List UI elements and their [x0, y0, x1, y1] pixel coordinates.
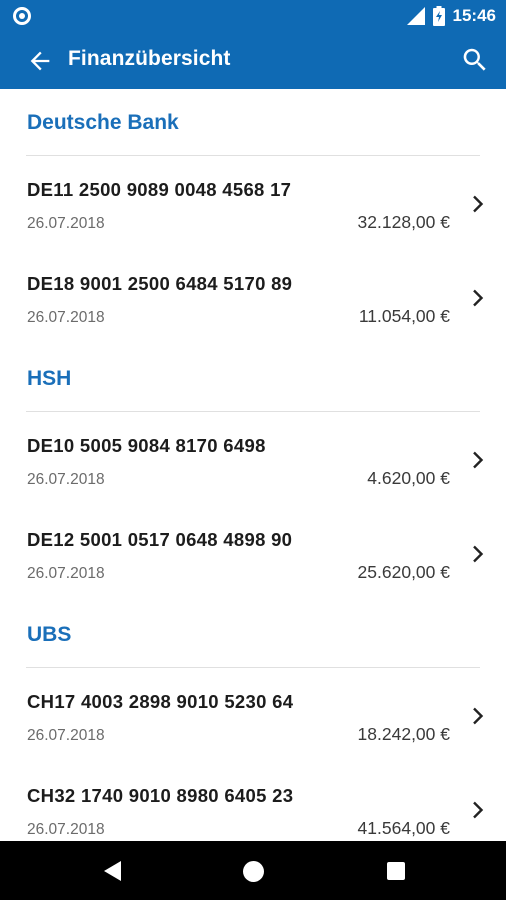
- status-time: 15:46: [452, 6, 496, 25]
- search-icon[interactable]: [460, 45, 490, 75]
- chevron-right-icon: [473, 801, 484, 819]
- group-header-hsh: HSH: [0, 345, 506, 413]
- account-iban: DE11 2500 9089 0048 4568 17: [27, 179, 292, 200]
- nav-back-icon[interactable]: [101, 860, 123, 882]
- account-row[interactable]: CH32 1740 9010 8980 6405 23 26.07.2018 4…: [0, 763, 506, 841]
- account-row[interactable]: CH17 4003 2898 9010 5230 64 26.07.2018 1…: [0, 669, 506, 763]
- page-title: Finanzübersicht: [68, 47, 231, 70]
- account-date: 26.07.2018: [27, 215, 105, 232]
- account-iban: DE12 5001 0517 0648 4898 90: [27, 529, 293, 550]
- chevron-right-icon: [473, 545, 484, 563]
- account-iban: DE18 9001 2500 6484 5170 89: [27, 273, 293, 294]
- divider: [26, 667, 480, 668]
- group-name: HSH: [27, 367, 72, 390]
- account-date: 26.07.2018: [27, 471, 105, 488]
- status-bar: 15:46: [0, 0, 506, 33]
- chevron-right-icon: [473, 195, 484, 213]
- account-iban: DE10 5005 9084 8170 6498: [27, 435, 266, 456]
- divider: [26, 411, 480, 412]
- account-date: 26.07.2018: [27, 309, 105, 326]
- back-arrow-icon[interactable]: [26, 47, 54, 75]
- account-balance: 32.128,00 €: [357, 212, 450, 232]
- chevron-right-icon: [473, 707, 484, 725]
- nav-home-icon[interactable]: [243, 861, 264, 882]
- account-balance: 4.620,00 €: [367, 468, 450, 488]
- account-iban: CH32 1740 9010 8980 6405 23: [27, 785, 294, 806]
- app-bar: Finanzübersicht: [0, 33, 506, 89]
- divider: [26, 155, 480, 156]
- account-date: 26.07.2018: [27, 821, 105, 838]
- account-row[interactable]: DE11 2500 9089 0048 4568 17 26.07.2018 3…: [0, 157, 506, 251]
- nav-recents-icon[interactable]: [387, 862, 405, 880]
- account-iban: CH17 4003 2898 9010 5230 64: [27, 691, 294, 712]
- account-row[interactable]: DE12 5001 0517 0648 4898 90 26.07.2018 2…: [0, 507, 506, 601]
- chevron-right-icon: [473, 289, 484, 307]
- signal-icon: [406, 7, 425, 25]
- navigation-bar: [0, 841, 506, 900]
- status-icons: 15:46: [406, 5, 496, 27]
- account-balance: 25.620,00 €: [357, 562, 450, 582]
- group-name: Deutsche Bank: [27, 111, 179, 134]
- chevron-right-icon: [473, 451, 484, 469]
- group-name: UBS: [27, 623, 72, 646]
- account-balance: 18.242,00 €: [357, 724, 450, 744]
- account-list: Deutsche Bank DE11 2500 9089 0048 4568 1…: [0, 89, 506, 841]
- group-header-ubs: UBS: [0, 601, 506, 669]
- notification-dot-icon: [13, 7, 31, 25]
- battery-icon: [432, 6, 445, 26]
- account-date: 26.07.2018: [27, 565, 105, 582]
- group-header-deutsche-bank: Deutsche Bank: [0, 89, 506, 157]
- account-date: 26.07.2018: [27, 727, 105, 744]
- account-row[interactable]: DE10 5005 9084 8170 6498 26.07.2018 4.62…: [0, 413, 506, 507]
- account-balance: 41.564,00 €: [357, 818, 450, 838]
- account-row[interactable]: DE18 9001 2500 6484 5170 89 26.07.2018 1…: [0, 251, 506, 345]
- account-balance: 11.054,00 €: [358, 306, 450, 326]
